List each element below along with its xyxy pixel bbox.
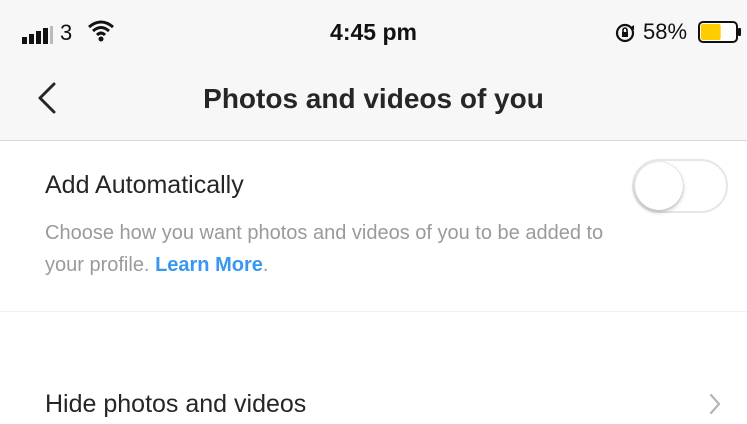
battery-icon [698, 21, 741, 43]
description-text: Choose how you want photos and videos of… [45, 222, 604, 276]
section-divider [0, 311, 747, 312]
orientation-lock-icon [615, 23, 635, 43]
screen: 3 4:45 pm 58% Photos and videos of you A… [0, 0, 747, 424]
toggle-knob [635, 162, 683, 210]
status-bar: 3 4:45 pm 58% [0, 0, 747, 62]
hide-photos-and-videos-item[interactable]: Hide photos and videos [0, 365, 747, 424]
battery-percent: 58% [643, 19, 688, 44]
add-automatically-description: Choose how you want photos and videos of… [45, 217, 605, 281]
nav-header: Photos and videos of you [0, 62, 747, 141]
chevron-right-icon [709, 393, 721, 415]
add-automatically-toggle[interactable] [632, 159, 728, 213]
add-automatically-title: Add Automatically [45, 171, 244, 199]
hide-photos-and-videos-label: Hide photos and videos [45, 390, 307, 418]
add-automatically-setting: Add Automatically Choose how you want ph… [0, 141, 747, 311]
page-title: Photos and videos of you [203, 83, 544, 114]
learn-more-link[interactable]: Learn More [155, 254, 263, 276]
description-suffix: . [262, 254, 269, 276]
